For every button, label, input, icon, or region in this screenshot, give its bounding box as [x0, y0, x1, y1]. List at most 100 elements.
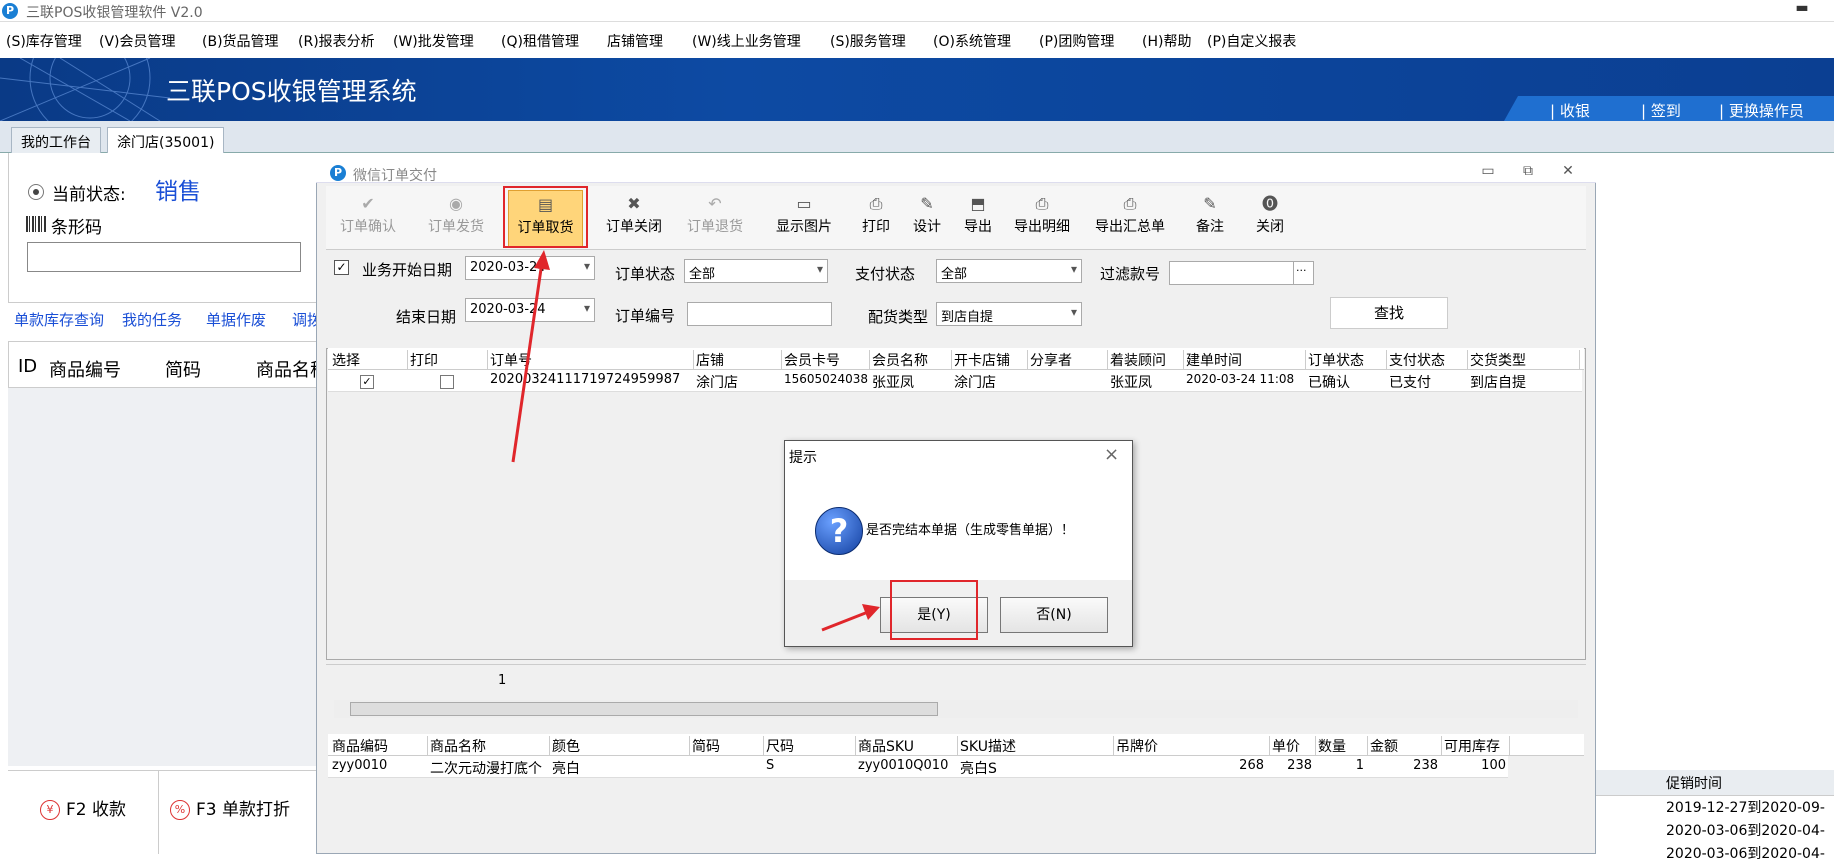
start-date-picker[interactable]: 2020-03-24 — [465, 256, 595, 280]
export-summary-button[interactable]: ⎙ 导出汇总单 — [1091, 190, 1169, 248]
f2-checkout-button[interactable]: ¥ F2 收款 — [40, 795, 126, 820]
close-button[interactable]: ⓿ 关闭 — [1250, 190, 1290, 248]
menu-rental[interactable]: (Q)租借管理 — [501, 31, 579, 51]
col-shop[interactable]: 店铺 — [694, 350, 782, 370]
col-unit-price[interactable]: 单价 — [1270, 736, 1316, 756]
close-order-button[interactable]: ✖ 订单关闭 — [598, 190, 670, 248]
col-print[interactable]: 打印 — [408, 350, 488, 370]
col-pay-status[interactable]: 支付状态 — [1387, 350, 1468, 370]
delivery-type-select[interactable]: 到店自提 — [936, 302, 1082, 326]
menu-wholesale[interactable]: (W)批发管理 — [393, 31, 474, 51]
col-open-shop[interactable]: 开卡店铺 — [952, 350, 1028, 370]
menu-help[interactable]: (H)帮助 — [1142, 31, 1191, 51]
col-order-no[interactable]: 订单号 — [488, 350, 694, 370]
status-radio[interactable] — [28, 184, 44, 200]
design-button[interactable]: ✎ 设计 — [907, 190, 947, 248]
col-size[interactable]: 尺码 — [764, 736, 856, 756]
dialog-close-icon[interactable]: ✕ — [1558, 163, 1578, 179]
return-order-button[interactable]: ↶ 订单退货 — [679, 190, 751, 248]
link-void-document[interactable]: 单据作废 — [206, 309, 266, 330]
end-date-label: 结束日期 — [396, 308, 457, 326]
col-created[interactable]: 建单时间 — [1184, 350, 1306, 370]
row-select-checkbox[interactable]: ✓ — [360, 375, 374, 389]
tab-store[interactable]: 涂门店(35001) — [107, 127, 225, 153]
cell-order-no: 20200324111719724959987 — [490, 372, 681, 387]
pay-status-value: 全部 — [941, 267, 968, 282]
order-no-label: 订单编号 — [615, 307, 676, 325]
col-sharer[interactable]: 分享者 — [1028, 350, 1108, 370]
menu-member[interactable]: (V)会员管理 — [99, 31, 176, 51]
show-image-button[interactable]: ▭ 显示图片 — [768, 190, 840, 248]
menu-service[interactable]: (S)服务管理 — [830, 31, 906, 51]
menu-groupbuy[interactable]: (P)团购管理 — [1039, 31, 1114, 51]
col-item-name[interactable]: 商品名称 — [428, 736, 550, 756]
order-status-label: 订单状态 — [615, 265, 676, 283]
col-stock[interactable]: 可用库存 — [1442, 736, 1510, 756]
toolbar-label: 导出明细 — [1014, 219, 1070, 235]
barcode-input[interactable] — [27, 242, 301, 272]
cell-open-shop: 涂门店 — [954, 375, 996, 391]
col-qty[interactable]: 数量 — [1316, 736, 1368, 756]
col-short[interactable]: 简码 — [690, 736, 764, 756]
filter-style-browse-button[interactable]: ··· — [1293, 261, 1314, 285]
col-card-no[interactable]: 会员卡号 — [782, 350, 870, 370]
toolbar-label: 备注 — [1196, 219, 1224, 235]
end-date-picker[interactable]: 2020-03-24 — [465, 298, 595, 322]
no-button[interactable]: 否(N) — [1000, 597, 1108, 633]
col-amount[interactable]: 金额 — [1368, 736, 1442, 756]
menu-store[interactable]: 店铺管理 — [607, 31, 663, 51]
pay-status-label: 支付状态 — [855, 265, 916, 283]
toolbar-label: 订单退货 — [687, 219, 743, 235]
col-member-name[interactable]: 会员名称 — [870, 350, 952, 370]
cell-item-code: zyy0010 — [332, 758, 388, 773]
remark-button[interactable]: ✎ 备注 — [1186, 190, 1234, 248]
col-sku[interactable]: 商品SKU — [856, 736, 958, 756]
confirm-order-button[interactable]: ✔ 订单确认 — [332, 190, 404, 248]
dialog-restore-icon[interactable]: ⧉ — [1518, 163, 1538, 179]
menu-system[interactable]: (O)系统管理 — [933, 31, 1011, 51]
pay-status-select[interactable]: 全部 — [936, 259, 1082, 283]
f3-discount-button[interactable]: % F3 单款打折 — [170, 795, 290, 820]
printer-icon: ⎙ — [1123, 194, 1137, 213]
link-transfer[interactable]: 调拨 — [292, 309, 316, 330]
col-product-name: 商品名称 — [256, 360, 316, 381]
menu-inventory[interactable]: (S)库存管理 — [6, 31, 82, 51]
change-operator-link[interactable]: | 更换操作员 — [1719, 100, 1804, 121]
export-button[interactable]: ⬒ 导出 — [958, 190, 998, 248]
col-advisor[interactable]: 着装顾问 — [1108, 350, 1184, 370]
order-status-value: 全部 — [689, 267, 716, 282]
col-order-status[interactable]: 订单状态 — [1306, 350, 1387, 370]
col-item-code[interactable]: 商品编码 — [330, 736, 428, 756]
col-tag-price[interactable]: 吊牌价 — [1114, 736, 1270, 756]
delivery-type-value: 到店自提 — [941, 310, 994, 325]
cashier-link[interactable]: | 收银 — [1550, 100, 1590, 121]
cell-shop: 涂门店 — [696, 375, 738, 391]
col-color[interactable]: 颜色 — [550, 736, 690, 756]
end-date-value: 2020-03-24 — [470, 302, 546, 317]
menu-reports[interactable]: (R)报表分析 — [298, 31, 375, 51]
confirm-close-icon[interactable]: × — [1104, 444, 1119, 465]
order-no-input[interactable] — [687, 302, 832, 326]
promo-row: 2020-03-06到2020-04- — [1666, 823, 1825, 839]
menu-custom-report[interactable]: (P)自定义报表 — [1207, 31, 1296, 51]
tab-workbench[interactable]: 我的工作台 — [11, 127, 101, 153]
menu-goods[interactable]: (B)货品管理 — [202, 31, 279, 51]
link-stock-query[interactable]: 单款库存查询 — [14, 309, 104, 330]
print-button[interactable]: ⎙ 打印 — [856, 190, 896, 248]
dialog-minimize-icon[interactable]: ▭ — [1478, 163, 1498, 179]
order-status-select[interactable]: 全部 — [684, 259, 828, 283]
search-button[interactable]: 查找 — [1330, 297, 1448, 329]
start-date-checkbox[interactable]: ✓ — [334, 260, 349, 275]
minimize-button[interactable]: ▬ — [1790, 0, 1814, 20]
export-detail-button[interactable]: ⎙ 导出明细 — [1010, 190, 1074, 248]
menu-online[interactable]: (W)线上业务管理 — [692, 31, 801, 51]
link-my-tasks[interactable]: 我的任务 — [122, 309, 182, 330]
toolbar-label: 打印 — [862, 219, 890, 235]
ship-order-button[interactable]: ◉ 订单发货 — [420, 190, 492, 248]
col-select[interactable]: 选择 — [330, 350, 408, 370]
row-print-checkbox[interactable] — [440, 375, 454, 389]
sign-in-link[interactable]: | 签到 — [1641, 100, 1681, 121]
col-delivery[interactable]: 交货类型 — [1468, 350, 1580, 370]
col-sku-desc[interactable]: SKU描述 — [958, 736, 1114, 756]
scrollbar-thumb[interactable] — [350, 702, 938, 716]
